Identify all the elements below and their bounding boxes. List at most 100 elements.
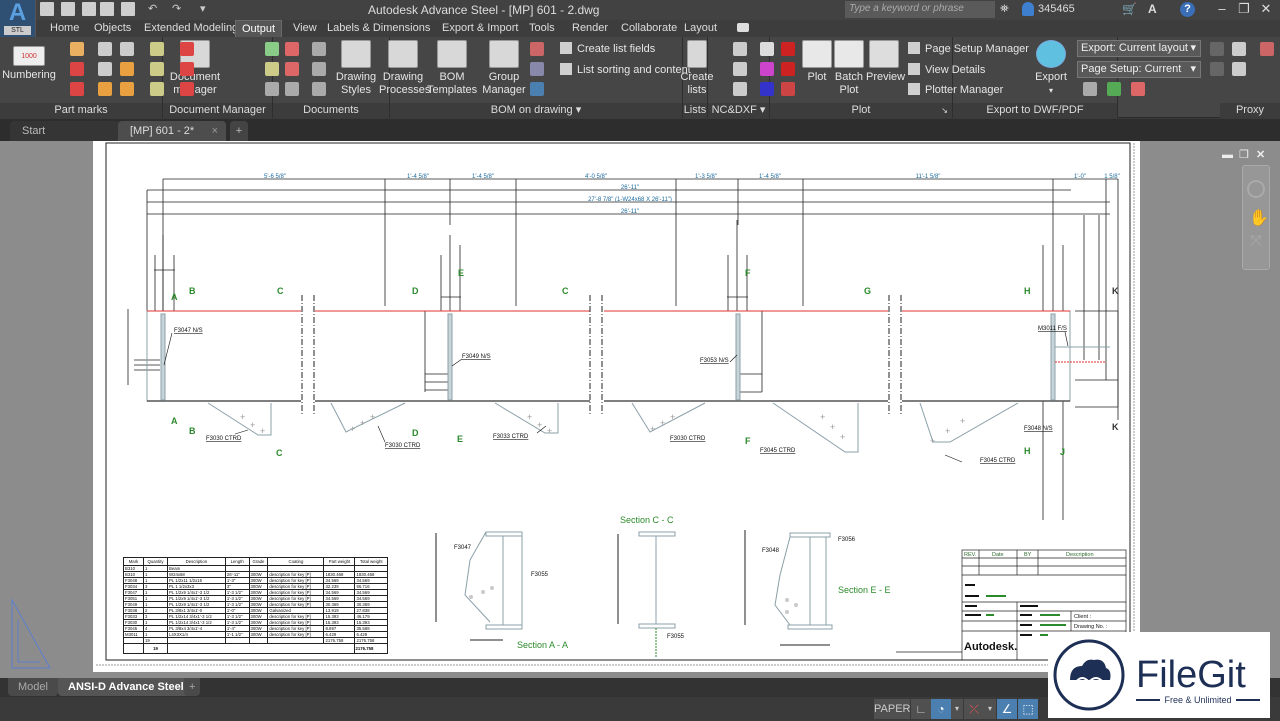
tab-output[interactable]: Output (235, 20, 283, 37)
tab-model[interactable]: Model (8, 678, 58, 696)
tab-home[interactable]: Home (44, 20, 85, 37)
ribbon-tool-icon[interactable] (1260, 42, 1274, 56)
ribbon-tool-icon[interactable] (733, 42, 747, 56)
ribbon-tool-icon[interactable] (1210, 42, 1224, 56)
paper-space-toggle[interactable]: PAPER (874, 699, 910, 719)
ribbon-tool-icon[interactable] (98, 42, 112, 56)
ribbon-tool-icon[interactable] (120, 42, 134, 56)
ribbon-tool-icon[interactable] (1232, 42, 1246, 56)
export-button[interactable]: Export ▾ (1031, 40, 1071, 97)
plot-icon[interactable] (121, 2, 135, 16)
panel-label[interactable]: NC&DXF ▾ (708, 103, 769, 118)
ortho-icon[interactable]: ∠ (997, 699, 1017, 719)
create-list-fields-button[interactable]: Create list fields (560, 42, 655, 55)
ribbon-tool-icon[interactable] (120, 82, 134, 96)
ribbon-tool-icon[interactable] (530, 62, 544, 76)
ribbon-tool-icon[interactable] (781, 82, 795, 96)
ribbon-tool-icon[interactable] (70, 42, 84, 56)
tab-start[interactable]: Start (10, 121, 120, 141)
new-tab-button[interactable]: + (230, 121, 248, 141)
customize-icon[interactable]: ▾ (200, 2, 214, 16)
tab-export-import[interactable]: Export & Import (436, 20, 524, 37)
ribbon-tool-icon[interactable] (180, 62, 194, 76)
ribbon-tool-icon[interactable] (285, 62, 299, 76)
tab-ansi-d-layout[interactable]: ANSI-D Advance Steel (58, 678, 194, 696)
user-icon[interactable] (1022, 2, 1034, 16)
ribbon-tool-icon[interactable] (312, 82, 326, 96)
document-manager-button[interactable]: Document manager (165, 40, 225, 97)
user-name[interactable]: 345465 (1038, 3, 1075, 15)
ribbon-tool-icon[interactable] (70, 82, 84, 96)
autodesk-app-icon[interactable]: A (1148, 2, 1157, 16)
ribbon-tool-icon[interactable] (150, 82, 164, 96)
workspace-icon[interactable] (737, 23, 749, 32)
tab-labels-dimensions[interactable]: Labels & Dimensions (321, 20, 436, 37)
tab-objects[interactable]: Objects (88, 20, 137, 37)
open-icon[interactable] (61, 2, 75, 16)
ribbon-tool-icon[interactable] (265, 82, 279, 96)
dialog-launcher-icon[interactable]: ↘ (941, 103, 948, 118)
preview-button[interactable]: Preview (866, 40, 905, 84)
ribbon-tool-icon[interactable] (733, 62, 747, 76)
tab-tools[interactable]: Tools (523, 20, 561, 37)
ribbon-tool-icon[interactable] (180, 42, 194, 56)
ribbon-tool-icon[interactable] (760, 62, 774, 76)
undo-icon[interactable]: ↶ (148, 2, 162, 16)
tab-collaborate[interactable]: Collaborate (615, 20, 683, 37)
redo-icon[interactable]: ↷ (172, 2, 186, 16)
plot-button[interactable]: Plot (802, 40, 832, 84)
list-sorting-button[interactable]: List sorting and content (560, 63, 691, 76)
ribbon-tool-icon[interactable] (150, 62, 164, 76)
binoculars-icon[interactable]: ⛯ (1000, 3, 1009, 16)
chevron-down-icon[interactable]: ▾ (984, 699, 996, 719)
close-tab-icon[interactable]: × (212, 121, 218, 141)
ribbon-tool-icon[interactable] (180, 82, 194, 96)
group-manager-button[interactable]: Group Manager (482, 40, 526, 97)
chevron-down-icon[interactable]: ▾ (951, 699, 963, 719)
tab-drawing[interactable]: [MP] 601 - 2* × (118, 121, 226, 141)
new-icon[interactable] (40, 2, 54, 16)
ribbon-tool-icon[interactable] (1083, 82, 1097, 96)
ribbon-tool-icon[interactable] (98, 82, 112, 96)
ribbon-tool-icon[interactable] (312, 42, 326, 56)
drawing-styles-button[interactable]: Drawing Styles (335, 40, 377, 97)
tab-layout[interactable]: Layout (678, 20, 723, 37)
application-menu-button[interactable]: A STL (0, 0, 36, 37)
ribbon-tool-icon[interactable] (70, 62, 84, 76)
ribbon-tool-icon[interactable] (285, 82, 299, 96)
ribbon-tool-icon[interactable] (265, 42, 279, 56)
tab-extended-modeling[interactable]: Extended Modeling (138, 20, 244, 37)
new-layout-button[interactable]: + (184, 678, 201, 696)
osnap-icon[interactable]: ⤫ (964, 699, 984, 719)
tab-view[interactable]: View (287, 20, 323, 37)
maximize-button[interactable]: ❐ (1234, 1, 1254, 17)
close-button[interactable]: ✕ (1256, 1, 1276, 17)
ribbon-tool-icon[interactable] (760, 42, 774, 56)
save-as-icon[interactable] (100, 2, 114, 16)
ribbon-tool-icon[interactable] (1210, 62, 1224, 76)
ribbon-tool-icon[interactable] (150, 42, 164, 56)
minimize-button[interactable]: – (1212, 1, 1232, 16)
tab-render[interactable]: Render (566, 20, 614, 37)
ribbon-tool-icon[interactable] (98, 62, 112, 76)
save-icon[interactable] (82, 2, 96, 16)
dynamic-ucs-icon[interactable]: ⬚ (1018, 699, 1038, 719)
polar-tracking-icon[interactable]: ◔ (931, 699, 951, 719)
ribbon-tool-icon[interactable] (530, 42, 544, 56)
ribbon-tool-icon[interactable] (1232, 62, 1246, 76)
ribbon-tool-icon[interactable] (312, 62, 326, 76)
ribbon-tool-icon[interactable] (530, 82, 544, 96)
search-input[interactable]: Type a keyword or phrase (845, 1, 995, 18)
ribbon-tool-icon[interactable] (733, 82, 747, 96)
ribbon-tool-icon[interactable] (781, 42, 795, 56)
ribbon-tool-icon[interactable] (265, 62, 279, 76)
ribbon-tool-icon[interactable] (781, 62, 795, 76)
ribbon-tool-icon[interactable] (760, 82, 774, 96)
create-lists-button[interactable]: Create lists (677, 40, 717, 97)
help-icon[interactable]: ? (1180, 2, 1195, 17)
batch-plot-button[interactable]: Batch Plot (833, 40, 865, 97)
panel-label[interactable]: BOM on drawing ▾ (390, 103, 682, 118)
ribbon-tool-icon[interactable] (120, 62, 134, 76)
ribbon-tool-icon[interactable] (1131, 82, 1145, 96)
ribbon-tool-icon[interactable] (1107, 82, 1121, 96)
